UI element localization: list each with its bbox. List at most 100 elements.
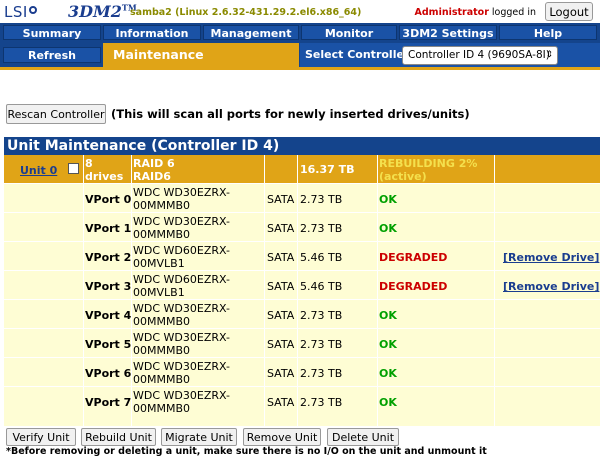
row-divider <box>4 386 600 387</box>
drive-interface: SATA <box>267 222 295 235</box>
unit-select-checkbox[interactable] <box>68 163 79 174</box>
select-arrows-icon: ⇕ <box>545 50 553 60</box>
nav-top-row: Summary Information Management Monitor 3… <box>0 23 600 43</box>
drive-model: WDC WD30EZRX- 00MMMB0 <box>133 331 230 357</box>
footnote: *Before removing or deleting a unit, mak… <box>6 446 487 457</box>
port-name: VPort 5 <box>85 338 132 351</box>
drive-size: 2.73 TB <box>300 396 343 409</box>
drive-interface: SATA <box>267 251 295 264</box>
drive-size: 5.46 TB <box>300 251 343 264</box>
drive-size: 2.73 TB <box>300 309 343 322</box>
drive-model-line2: 00MMMB0 <box>133 373 191 386</box>
drive-status: OK <box>379 367 397 380</box>
login-state: logged in <box>491 7 536 18</box>
unit-raid: RAID 6 RAID6 <box>133 157 175 183</box>
drive-status: DEGRADED <box>379 280 448 293</box>
verify-unit-button[interactable]: Verify Unit <box>6 428 76 446</box>
port-name: VPort 6 <box>85 367 132 380</box>
logo-mark-icon <box>28 6 37 14</box>
drive-model-line2: 00MMMB0 <box>133 344 191 357</box>
drive-size: 2.73 TB <box>300 338 343 351</box>
nav-help[interactable]: Help <box>499 25 597 40</box>
drives-count: 8 <box>85 157 93 170</box>
unit-0-link[interactable]: Unit 0 <box>20 164 57 177</box>
drive-model-line2: 00MVLB1 <box>133 257 185 270</box>
drive-model: WDC WD60EZRX- 00MVLB1 <box>133 244 230 270</box>
drive-model-line1: WDC WD30EZRX- <box>133 215 230 228</box>
nav-summary[interactable]: Summary <box>3 25 101 40</box>
port-name: VPort 1 <box>85 222 132 235</box>
nav-information[interactable]: Information <box>103 25 201 40</box>
drive-model-line2: 00MMMB0 <box>133 315 191 328</box>
section-title: Unit Maintenance (Controller ID 4) <box>4 137 600 155</box>
drive-model-line2: 00MMMB0 <box>133 199 191 212</box>
user-status: Administrator logged in <box>415 7 536 18</box>
drive-model: WDC WD30EZRX- 00MMMB0 <box>133 186 230 212</box>
port-name: VPort 0 <box>85 193 132 206</box>
lsi-logo: LSI <box>4 3 38 21</box>
logout-button[interactable]: Logout <box>545 2 593 21</box>
drive-interface: SATA <box>267 338 295 351</box>
row-divider <box>4 299 600 300</box>
drive-model: WDC WD60EZRX- 00MVLB1 <box>133 273 230 299</box>
drive-interface: SATA <box>267 367 295 380</box>
port-name: VPort 4 <box>85 309 132 322</box>
product-name: 3DM2TM <box>68 2 137 21</box>
row-divider <box>4 212 600 213</box>
remove-unit-button[interactable]: Remove Unit <box>243 428 321 446</box>
rebuild-unit-button[interactable]: Rebuild Unit <box>81 428 156 446</box>
unit-status: REBUILDING 2% (active) <box>379 157 477 183</box>
drive-model: WDC WD30EZRX- 00MMMB0 <box>133 389 230 415</box>
drive-model: WDC WD30EZRX- 00MMMB0 <box>133 302 230 328</box>
controller-select[interactable]: Controller ID 4 (9690SA-8I) ⇕ <box>402 46 558 65</box>
nav-accent-strip <box>0 67 600 70</box>
raid-type: RAID6 <box>133 170 171 183</box>
drive-model-line1: WDC WD30EZRX- <box>133 360 230 373</box>
nav-monitor[interactable]: Monitor <box>301 25 397 40</box>
rebuild-status: REBUILDING 2% <box>379 157 478 170</box>
drive-status: OK <box>379 309 397 322</box>
delete-unit-button[interactable]: Delete Unit <box>327 428 399 446</box>
drive-interface: SATA <box>267 309 295 322</box>
unit-drives: 8 drives <box>85 157 123 183</box>
drive-interface: SATA <box>267 193 295 206</box>
drive-size: 5.46 TB <box>300 280 343 293</box>
row-divider <box>4 270 600 271</box>
nav-bottom-row: Refresh Maintenance Select Controller Co… <box>0 43 600 67</box>
drive-model-line1: WDC WD30EZRX- <box>133 302 230 315</box>
select-controller-label: Select Controller <box>305 48 410 61</box>
row-divider <box>4 183 600 184</box>
unit-table: Unit 0 8 drives RAID 6 RAID6 16.37 TB REBU… <box>4 155 600 426</box>
user-role: Administrator <box>414 7 489 18</box>
rescan-note: (This will scan all ports for newly inse… <box>111 107 470 121</box>
rescan-controller-button[interactable]: Rescan Controller <box>6 104 106 124</box>
drive-size: 2.73 TB <box>300 193 343 206</box>
controller-selector-bar: Select Controller Controller ID 4 (9690S… <box>300 43 600 67</box>
nav-management[interactable]: Management <box>203 25 299 40</box>
raid-level: RAID 6 <box>133 157 175 170</box>
drive-model-line1: WDC WD60EZRX- <box>133 273 230 286</box>
port-name: VPort 2 <box>85 251 132 264</box>
migrate-unit-button[interactable]: Migrate Unit <box>161 428 237 446</box>
remove-drive-link[interactable]: [Remove Drive] <box>503 280 599 293</box>
drive-size: 2.73 TB <box>300 367 343 380</box>
drive-interface: SATA <box>267 280 295 293</box>
drive-model: WDC WD30EZRX- 00MMMB0 <box>133 360 230 386</box>
row-divider <box>4 357 600 358</box>
drive-model-line2: 00MVLB1 <box>133 286 185 299</box>
controller-select-value: Controller ID 4 (9690SA-8I) <box>408 49 550 61</box>
drive-status: OK <box>379 338 397 351</box>
port-name: VPort 7 <box>85 396 132 409</box>
host-info: samba2 (Linux 2.6.32-431.29.2.el6.x86_64… <box>130 7 362 18</box>
refresh-link[interactable]: Refresh <box>3 47 101 63</box>
port-name: VPort 3 <box>85 280 132 293</box>
remove-drive-link[interactable]: [Remove Drive] <box>503 251 599 264</box>
drive-status: OK <box>379 396 397 409</box>
drives-word: drives <box>85 170 124 183</box>
drive-status: DEGRADED <box>379 251 448 264</box>
nav-3dm2-settings[interactable]: 3DM2 Settings <box>399 25 497 40</box>
rebuild-state: (active) <box>379 170 427 183</box>
row-divider <box>4 328 600 329</box>
drive-model-line1: WDC WD30EZRX- <box>133 331 230 344</box>
drive-model-line1: WDC WD60EZRX- <box>133 244 230 257</box>
